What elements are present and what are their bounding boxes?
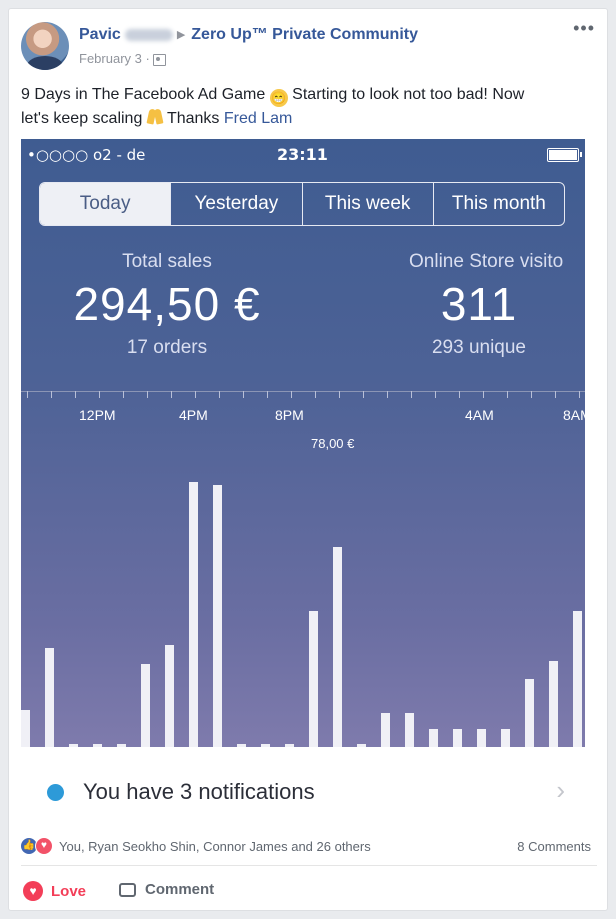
total-sales-value: 294,50 € — [73, 278, 261, 330]
battery-icon — [547, 148, 582, 162]
post-text: 9 Days in The Facebook Ad Game 😁 Startin… — [21, 86, 525, 127]
axis-tick — [363, 391, 364, 398]
tab-this-month[interactable]: This month — [432, 183, 564, 225]
sales-bar — [21, 710, 30, 747]
sales-bar — [573, 611, 582, 747]
time-label-8am: 8AM — [563, 407, 585, 423]
mention-link[interactable]: Fred Lam — [224, 110, 292, 127]
sales-bar — [333, 547, 342, 747]
sales-bar — [477, 729, 486, 747]
axis-tick — [579, 391, 580, 398]
axis-tick — [531, 391, 532, 398]
period-tabs: Today Yesterday This week This month — [39, 182, 565, 226]
post-date[interactable]: February 3 · — [79, 51, 150, 66]
post-image[interactable]: •○○○○ o2 - de 23:11 Today Yesterday This… — [21, 139, 585, 829]
divider — [21, 865, 597, 866]
axis-tick — [267, 391, 268, 398]
love-button[interactable]: ♥ Love — [23, 881, 86, 901]
comments-count[interactable]: 8 Comments — [517, 839, 591, 854]
carrier-label: •○○○○ o2 - de — [27, 146, 146, 164]
blurred-surname — [124, 28, 173, 41]
axis-tick — [339, 391, 340, 398]
grin-emoji-icon: 😁 — [269, 89, 288, 107]
clock: 23:11 — [277, 145, 328, 164]
heart-icon: ♥ — [23, 881, 43, 901]
post-header: Pavic ▶ Zero Up™ Private Community — [79, 26, 418, 44]
phone-status-bar: •○○○○ o2 - de 23:11 — [21, 139, 585, 169]
axis-tick — [291, 391, 292, 398]
sales-bar — [213, 485, 222, 747]
visitors-value: 311 — [440, 278, 518, 330]
unique-visitors: 293 unique — [431, 337, 527, 358]
axis-tick — [75, 391, 76, 398]
axis-tick — [51, 391, 52, 398]
axis-tick — [243, 391, 244, 398]
sales-bar — [501, 729, 510, 747]
time-label-4am: 4AM — [465, 407, 494, 423]
notification-row[interactable]: You have 3 notifications › — [21, 747, 585, 829]
notification-text: You have 3 notifications — [83, 779, 315, 804]
axis-tick — [27, 391, 28, 398]
reactors-list[interactable]: You, Ryan Seokho Shin, Connor James and … — [59, 839, 371, 854]
time-label-8pm: 8PM — [275, 407, 304, 423]
reaction-summary: 👍 ♥ You, Ryan Seokho Shin, Connor James … — [21, 837, 371, 855]
sales-bar — [525, 679, 534, 747]
sales-bar — [165, 645, 174, 747]
sales-bar — [189, 482, 198, 747]
sales-bars — [21, 439, 585, 747]
tab-today[interactable]: Today — [40, 183, 171, 225]
axis-tick — [99, 391, 100, 398]
post-meta: February 3 · — [79, 51, 166, 66]
sales-bar — [453, 729, 462, 747]
author-name[interactable]: Pavic — [79, 26, 121, 43]
arrow-right-icon: ▶ — [176, 29, 186, 42]
pray-emoji-icon — [147, 108, 163, 126]
post-card: Pavic ▶ Zero Up™ Private Community Februar… — [8, 8, 608, 911]
axis-tick — [147, 391, 148, 398]
axis-tick — [411, 391, 412, 398]
tab-yesterday[interactable]: Yesterday — [170, 183, 301, 225]
sales-bar — [429, 729, 438, 747]
more-options-icon[interactable]: ••• — [573, 19, 595, 37]
sales-bar — [405, 713, 414, 747]
comment-icon — [119, 882, 136, 897]
tab-this-week[interactable]: This week — [301, 183, 433, 225]
axis-tick — [219, 391, 220, 398]
avatar[interactable] — [21, 22, 69, 70]
chevron-right-icon: › — [556, 775, 565, 805]
axis-tick — [507, 391, 508, 398]
time-label-4pm: 4PM — [179, 407, 208, 423]
axis-tick — [555, 391, 556, 398]
love-reaction-icon: ♥ — [35, 837, 53, 855]
axis-tick — [123, 391, 124, 398]
group-name[interactable]: Zero Up™ Private Community — [191, 26, 418, 43]
axis-tick — [171, 391, 172, 398]
visitors-stat: Online Store visito 311 293 unique — [409, 251, 564, 358]
sales-bar — [45, 648, 54, 747]
axis-tick — [387, 391, 388, 398]
sales-bar — [141, 664, 150, 747]
sales-bar — [549, 661, 558, 747]
axis-tick — [459, 391, 460, 398]
axis-tick — [435, 391, 436, 398]
notification-dot-icon — [47, 784, 64, 801]
sales-bar — [381, 713, 390, 747]
axis-tick — [315, 391, 316, 398]
total-sales-stat: Total sales 294,50 € 17 orders — [57, 251, 277, 359]
time-label-12pm: 12PM — [79, 407, 116, 423]
sales-bar — [309, 611, 318, 747]
axis-tick — [195, 391, 196, 398]
members-icon — [152, 53, 166, 66]
comment-button[interactable]: Comment — [119, 881, 214, 898]
orders-count: 17 orders — [126, 337, 208, 358]
chart-ticks — [21, 391, 585, 399]
axis-tick — [483, 391, 484, 398]
